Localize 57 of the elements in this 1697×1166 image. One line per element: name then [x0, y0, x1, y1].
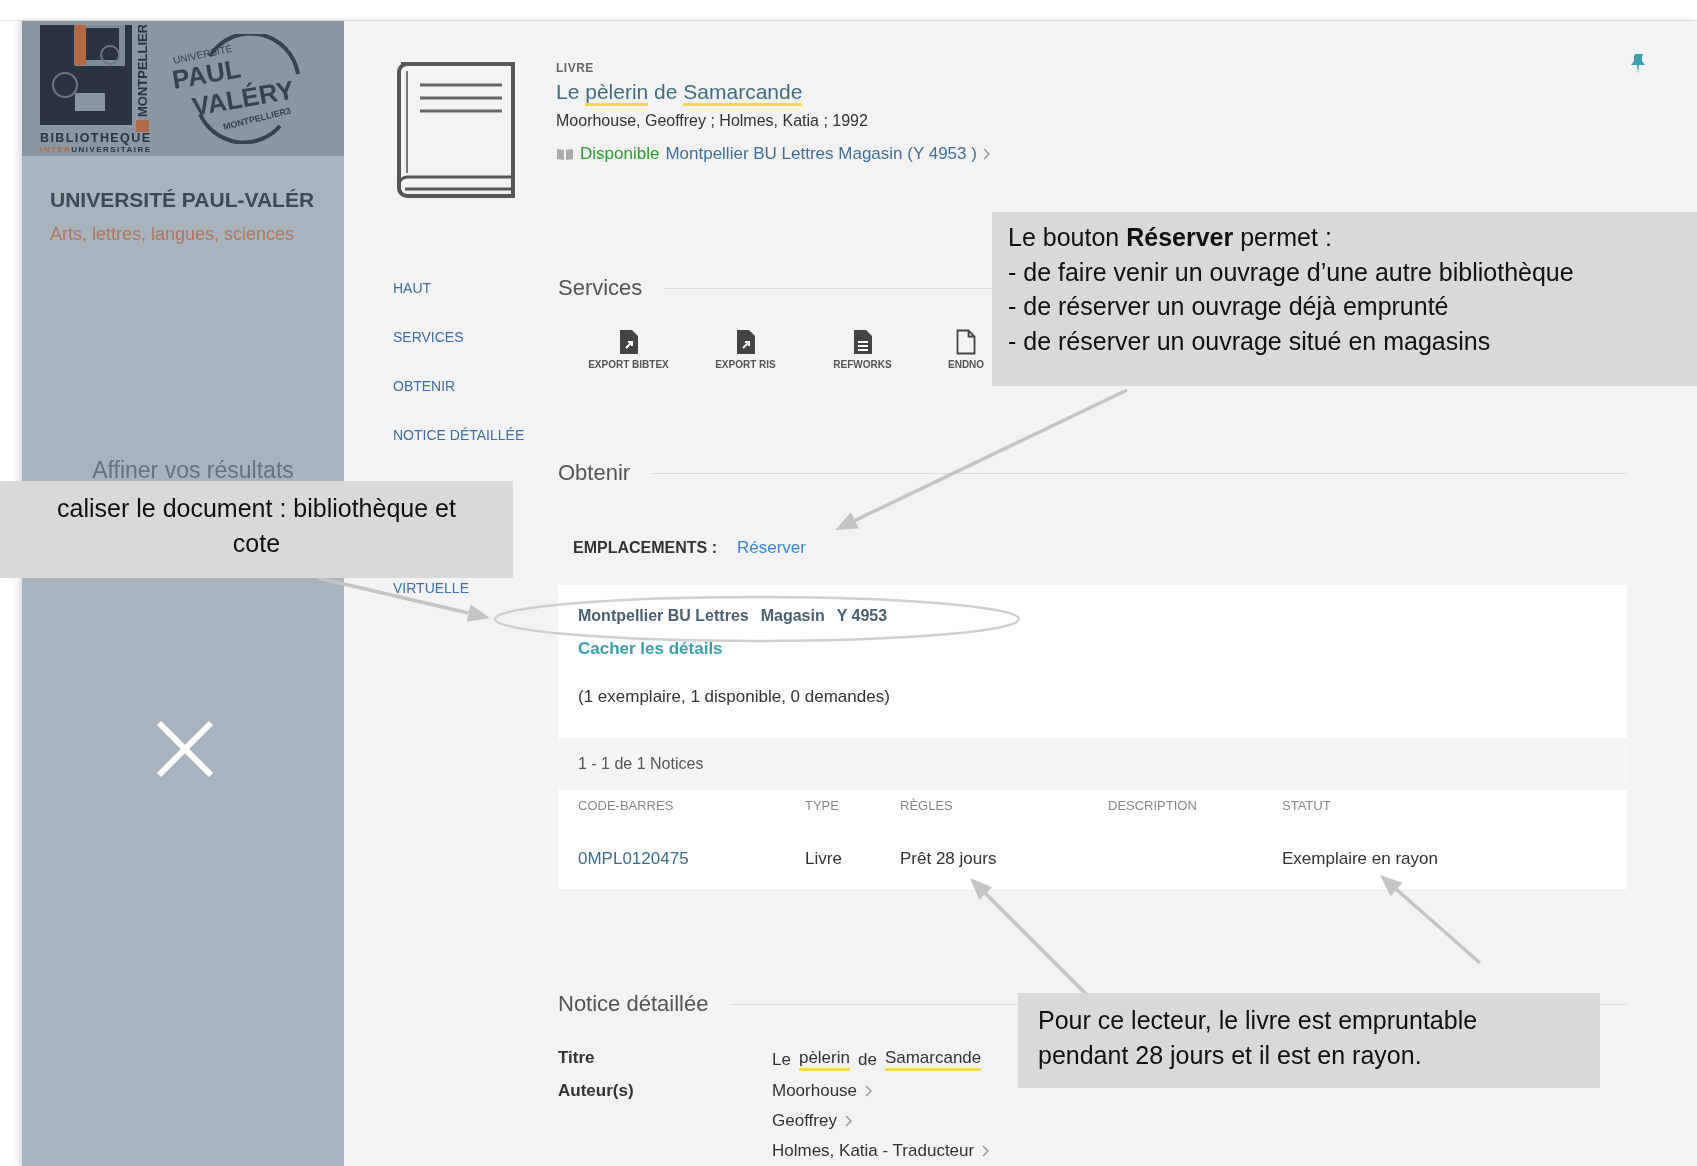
column-header: TYPE: [805, 798, 840, 813]
holding-library: Montpellier BU Lettres: [578, 607, 749, 625]
nav-link[interactable]: NOTICE DÉTAILLÉE: [393, 420, 558, 469]
author-link[interactable]: Holmes, Katia - Traducteur: [772, 1141, 991, 1161]
refine-heading: Affiner vos résultats: [91, 457, 295, 484]
close-icon[interactable]: [155, 719, 215, 779]
items-count: 1 - 1 de 1 Notices: [578, 755, 704, 773]
file-export-icon: [618, 329, 639, 355]
table-cell-text: 0MPL0120475: [578, 849, 690, 869]
availability-status: Disponible: [580, 144, 660, 164]
file-icon: [956, 329, 977, 355]
column-header: CODE-BARRES: [578, 798, 675, 813]
field-label: Titre: [558, 1048, 595, 1069]
section-heading: Notice détaillée: [558, 991, 709, 1017]
document-icon: [852, 329, 873, 355]
table-cell-text: Livre: [805, 849, 843, 869]
nav-link[interactable]: HAUT: [393, 273, 558, 322]
chevron-right-icon: [844, 1115, 853, 1127]
locations-label: EMPLACEMENTS :: [573, 539, 717, 557]
nav-link[interactable]: VIRTUELLE: [393, 579, 558, 597]
university-name: UNIVERSITÉ PAUL-VALÉR: [50, 188, 316, 212]
holding-call-number: Y 4953: [836, 607, 888, 625]
reserve-link[interactable]: Réserver: [737, 538, 806, 558]
callout-note: caliser le document : bibliothèque et cote: [0, 481, 513, 578]
column-header: RÈGLES: [900, 798, 954, 813]
table-cell-text: Prêt 28 jours: [900, 849, 998, 869]
hide-details-link[interactable]: Cacher les détails: [578, 639, 723, 659]
section-heading: Services: [558, 275, 643, 301]
record-title-link[interactable]: Le pèlerin de Samarcande: [556, 80, 803, 104]
availability-location-link[interactable]: Montpellier BU Lettres Magasin (Y 4953 ): [665, 144, 977, 164]
section-heading: Obtenir: [558, 460, 631, 486]
field-value: Le pèlerin de Samarcande: [772, 1048, 982, 1071]
service-button[interactable]: EXPORT BIBTEX: [570, 329, 687, 370]
service-button[interactable]: EXPORT RIS: [687, 329, 804, 370]
author-link[interactable]: Moorhouse: [772, 1081, 874, 1101]
field-label: Auteur(s): [558, 1081, 634, 1102]
table-cell-text: Exemplaire en rayon: [1282, 849, 1439, 869]
chevron-right-icon: [982, 148, 991, 160]
holding-summary: (1 exemplaire, 1 disponible, 0 demandes): [578, 687, 891, 707]
file-export-icon: [735, 329, 756, 355]
column-header: STATUT: [1282, 798, 1332, 813]
callout-note: Le bouton Réserver permet : - de faire venir un ouvrage d’une autre bibliothèque - de réserver un ouvrage déjà emprunté - de réserver un ouvrage situé en magasins: [992, 212, 1697, 386]
nav-link[interactable]: SERVICES: [393, 322, 558, 371]
column-header: DESCRIPTION: [1108, 798, 1198, 813]
nav-link[interactable]: OBTENIR: [393, 371, 558, 420]
callout-note: Pour ce lecteur, le livre est empruntable pendant 28 jours et il est en rayon.: [1018, 993, 1600, 1088]
service-button[interactable]: ENDNO: [948, 329, 985, 370]
chevron-right-icon: [982, 1145, 991, 1157]
book-open-icon: [556, 147, 574, 161]
record-type: LIVRE: [556, 61, 595, 75]
author-link[interactable]: Geoffrey: [772, 1111, 853, 1131]
service-button[interactable]: REFWORKS: [804, 329, 921, 370]
library-logo: MONTPELLIER BIBLIOTHEQUE INTER UNIVERSITAIRE: [40, 24, 152, 153]
record-authors: Moorhouse, Geoffrey ; Holmes, Katia ; 1992: [556, 112, 869, 130]
university-tagline: Arts, lettres, langues, sciences: [50, 224, 296, 245]
holding-location: Magasin: [760, 607, 825, 625]
chevron-right-icon: [865, 1085, 874, 1097]
